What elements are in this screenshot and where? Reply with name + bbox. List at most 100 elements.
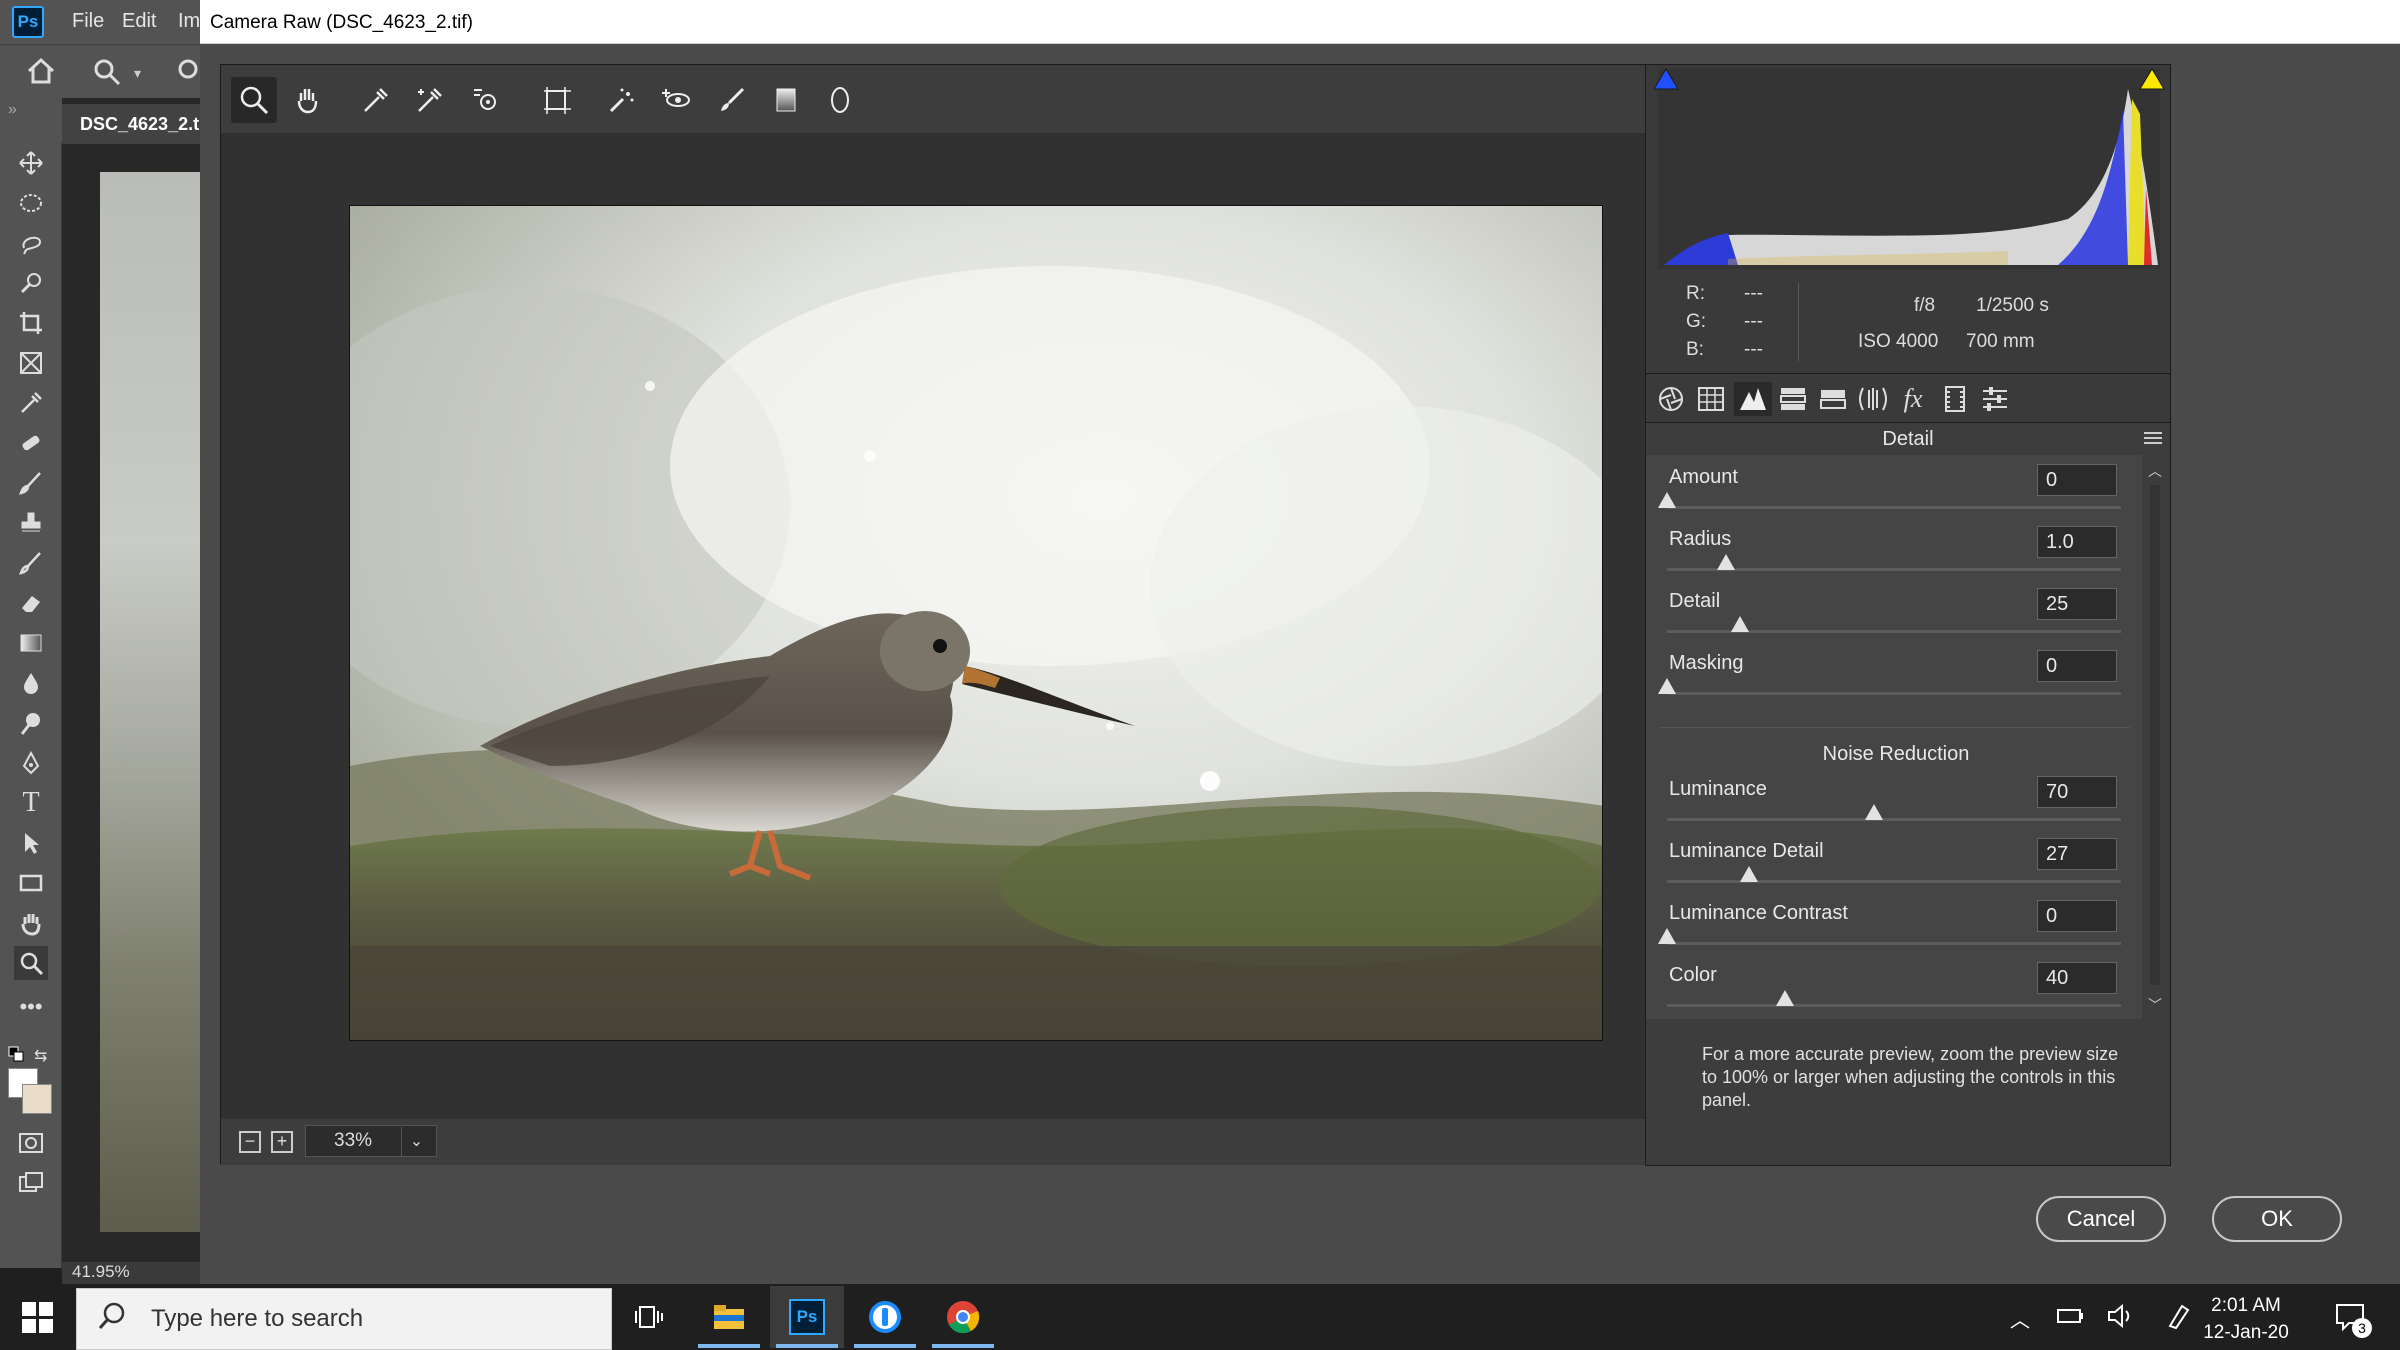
- chrome-icon[interactable]: [926, 1286, 1000, 1348]
- zoom-in-icon[interactable]: [176, 57, 200, 92]
- background-color-swatch[interactable]: [22, 1084, 52, 1114]
- highlight-clipping-icon[interactable]: [2138, 67, 2166, 96]
- amount-input[interactable]: 0: [2037, 464, 2117, 496]
- home-icon[interactable]: [26, 57, 56, 90]
- document-tab[interactable]: DSC_4623_2.tif: [62, 104, 202, 144]
- pen-workspace-icon[interactable]: [2166, 1302, 2192, 1335]
- photoshop-taskbar-icon[interactable]: Ps: [770, 1286, 844, 1348]
- menu-edit[interactable]: Edit: [122, 10, 156, 33]
- windows-start-icon[interactable]: [22, 1302, 54, 1334]
- menu-image[interactable]: Im: [178, 10, 200, 33]
- detail-slider-thumb[interactable]: [1730, 616, 1749, 632]
- zoom-tool-icon[interactable]: [14, 946, 48, 980]
- luminance-contrast-input[interactable]: 0: [2037, 900, 2117, 932]
- chevron-down-icon[interactable]: ⌄: [401, 1127, 431, 1157]
- battery-icon[interactable]: [2056, 1304, 2086, 1333]
- masking-slider-track[interactable]: [1658, 678, 2121, 695]
- tab-calibration-icon[interactable]: [1936, 382, 1974, 416]
- frame-tool-icon[interactable]: [14, 346, 48, 380]
- marquee-tool-icon[interactable]: [14, 186, 48, 220]
- amount-slider-track[interactable]: [1658, 492, 2121, 509]
- quick-mask-icon[interactable]: [14, 1126, 48, 1160]
- task-view-icon[interactable]: [612, 1286, 686, 1348]
- radius-slider-track[interactable]: [1667, 554, 2121, 571]
- luminance-detail-input[interactable]: 27: [2037, 838, 2117, 870]
- color-sampler-tool-icon[interactable]: [407, 77, 453, 123]
- radius-input[interactable]: 1.0: [2037, 526, 2117, 558]
- photo-preview[interactable]: [349, 205, 1603, 1041]
- shadow-clipping-icon[interactable]: [1652, 67, 1680, 96]
- history-brush-icon[interactable]: [14, 546, 48, 580]
- gradient-tool-icon[interactable]: [14, 626, 48, 660]
- color-input[interactable]: 40: [2037, 962, 2117, 994]
- luminance-contrast-slider-track[interactable]: [1658, 928, 2121, 945]
- hand-tool-icon[interactable]: [285, 77, 331, 123]
- healing-brush-icon[interactable]: [14, 426, 48, 460]
- hand-tool-icon[interactable]: [14, 906, 48, 940]
- spot-removal-tool-icon[interactable]: [599, 77, 645, 123]
- default-colors-icon[interactable]: [8, 1046, 26, 1067]
- amount-slider-thumb[interactable]: [1658, 492, 1676, 508]
- tab-detail-icon[interactable]: [1734, 382, 1772, 416]
- color-slider-thumb[interactable]: [1776, 990, 1795, 1006]
- dodge-tool-icon[interactable]: [14, 706, 48, 740]
- zoom-tool-icon[interactable]: [92, 57, 122, 92]
- color-slider-track[interactable]: [1667, 990, 2121, 1007]
- detail-slider-track[interactable]: [1667, 616, 2121, 633]
- white-balance-tool-icon[interactable]: [353, 77, 399, 123]
- targeted-adjustment-tool-icon[interactable]: [463, 77, 509, 123]
- quick-select-tool-icon[interactable]: [14, 266, 48, 300]
- pen-tool-icon[interactable]: [14, 746, 48, 780]
- lasso-tool-icon[interactable]: [14, 226, 48, 260]
- rectangle-tool-icon[interactable]: [14, 866, 48, 900]
- type-tool-icon[interactable]: T: [14, 786, 48, 820]
- show-hidden-icons-icon[interactable]: ︿: [2010, 1304, 2030, 1333]
- volume-icon[interactable]: [2106, 1302, 2136, 1335]
- menu-file[interactable]: File: [72, 10, 104, 33]
- cancel-button[interactable]: Cancel: [2036, 1196, 2166, 1242]
- luminance-slider-track[interactable]: [1667, 804, 2121, 821]
- brush-tool-icon[interactable]: [14, 466, 48, 500]
- radius-slider-thumb[interactable]: [1717, 554, 1736, 570]
- eraser-tool-icon[interactable]: [14, 586, 48, 620]
- detail-input[interactable]: 25: [2037, 588, 2117, 620]
- expand-panels-icon[interactable]: »: [8, 101, 17, 119]
- eyedropper-tool-icon[interactable]: [14, 386, 48, 420]
- luminance-contrast-slider-thumb[interactable]: [1658, 928, 1676, 944]
- file-explorer-icon[interactable]: [692, 1286, 766, 1348]
- tab-hsl-icon[interactable]: [1774, 382, 1812, 416]
- more-tools-icon[interactable]: •••: [14, 990, 48, 1024]
- masking-slider-thumb[interactable]: [1658, 678, 1676, 694]
- move-tool-icon[interactable]: [14, 146, 48, 180]
- chevron-down-icon[interactable]: ▾: [134, 65, 141, 82]
- zoom-in-icon[interactable]: +: [271, 1131, 293, 1153]
- radial-filter-icon[interactable]: [817, 77, 863, 123]
- adjustment-brush-icon[interactable]: [709, 77, 755, 123]
- path-select-icon[interactable]: [14, 826, 48, 860]
- taskbar-clock[interactable]: 2:01 AM 12-Jan-20: [2196, 1292, 2296, 1346]
- crop-tool-icon[interactable]: [14, 306, 48, 340]
- ok-button[interactable]: OK: [2212, 1196, 2342, 1242]
- luminance-input[interactable]: 70: [2037, 776, 2117, 808]
- tab-basic-icon[interactable]: [1652, 382, 1690, 416]
- stamp-tool-icon[interactable]: [14, 506, 48, 540]
- zoom-tool-icon[interactable]: [231, 77, 277, 123]
- onepassword-icon[interactable]: [848, 1286, 922, 1348]
- tab-effects-icon[interactable]: fx: [1894, 382, 1932, 416]
- luminance-slider-thumb[interactable]: [1864, 804, 1883, 820]
- transform-tool-icon[interactable]: [533, 77, 579, 123]
- blur-tool-icon[interactable]: [14, 666, 48, 700]
- luminance-detail-slider-track[interactable]: [1667, 866, 2121, 883]
- taskbar-search[interactable]: Type here to search: [76, 1288, 612, 1350]
- luminance-detail-slider-thumb[interactable]: [1739, 866, 1758, 882]
- swap-colors-icon[interactable]: ⇆: [34, 1046, 47, 1066]
- tab-lens-corrections-icon[interactable]: [1854, 382, 1892, 416]
- tab-presets-icon[interactable]: [1976, 382, 2014, 416]
- zoom-out-icon[interactable]: −: [239, 1131, 261, 1153]
- red-eye-tool-icon[interactable]: [653, 77, 699, 123]
- tab-tone-curve-icon[interactable]: [1692, 382, 1730, 416]
- screen-mode-icon[interactable]: [14, 1166, 48, 1200]
- graduated-filter-icon[interactable]: [763, 77, 809, 123]
- tab-split-toning-icon[interactable]: [1814, 382, 1852, 416]
- masking-input[interactable]: 0: [2037, 650, 2117, 682]
